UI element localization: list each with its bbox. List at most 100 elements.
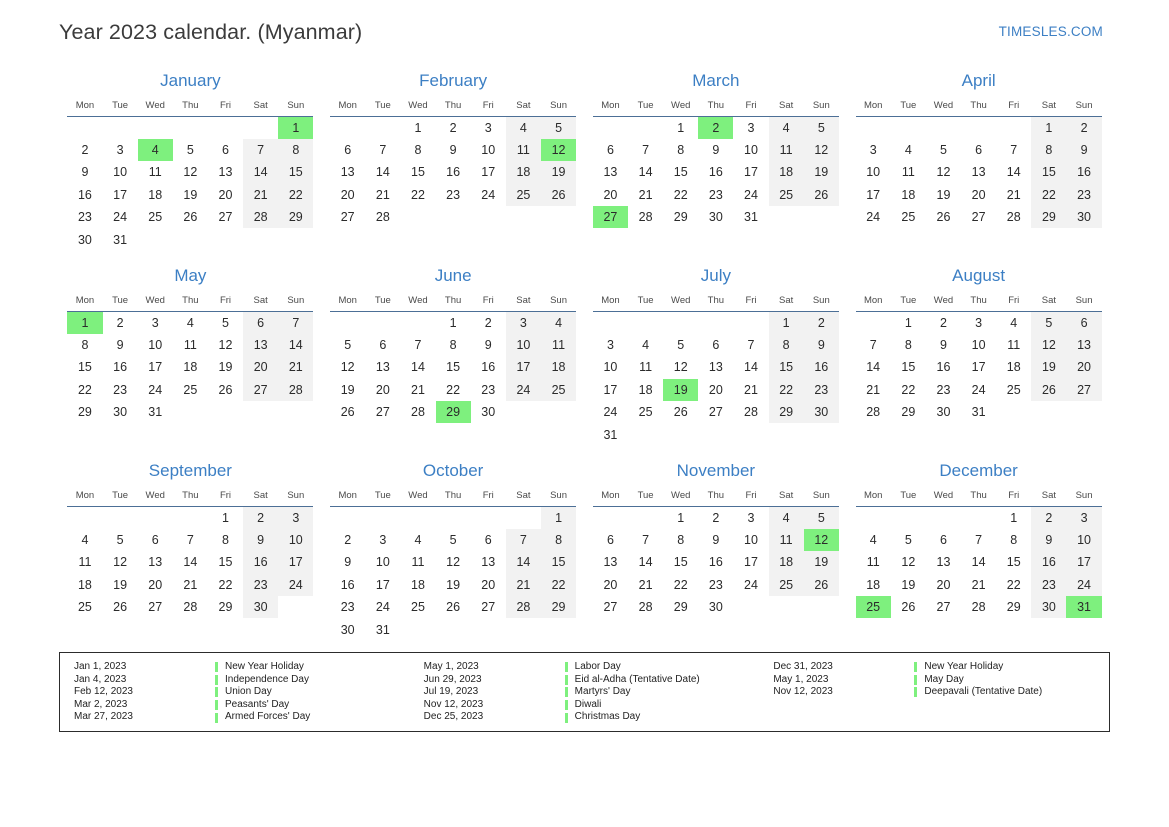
day-cell-weekend[interactable]: 8 — [540, 528, 577, 552]
day-cell-weekend[interactable]: 26 — [540, 183, 577, 207]
day-cell-weekend[interactable]: 28 — [278, 378, 314, 402]
day-cell[interactable]: 20 — [926, 574, 961, 596]
day-cell-weekend[interactable]: 19 — [540, 161, 577, 184]
day-cell-holiday[interactable]: 29 — [435, 401, 471, 424]
day-cell[interactable]: 28 — [961, 596, 996, 618]
day-cell[interactable]: 18 — [138, 184, 173, 206]
day-cell[interactable]: 25 — [400, 596, 435, 618]
day-cell[interactable]: 24 — [961, 379, 996, 401]
day-cell[interactable]: 16 — [103, 356, 138, 378]
day-cell[interactable]: 18 — [628, 379, 663, 401]
day-cell[interactable]: 21 — [856, 379, 891, 401]
day-cell-weekend[interactable]: 2 — [803, 311, 839, 334]
day-cell-weekend[interactable]: 28 — [505, 596, 541, 619]
day-cell-weekend[interactable]: 19 — [803, 551, 839, 574]
day-cell[interactable]: 26 — [926, 206, 961, 228]
day-cell[interactable]: 3 — [365, 529, 400, 551]
day-cell[interactable]: 19 — [436, 574, 471, 596]
day-cell-weekend[interactable]: 25 — [505, 183, 541, 207]
day-cell[interactable]: 24 — [138, 379, 173, 401]
day-cell-weekend[interactable]: 11 — [540, 333, 577, 357]
day-cell[interactable]: 2 — [330, 529, 365, 551]
day-cell[interactable]: 25 — [138, 206, 173, 228]
day-cell-weekend[interactable]: 14 — [243, 161, 279, 184]
day-cell[interactable]: 24 — [733, 574, 768, 596]
day-cell[interactable]: 12 — [436, 551, 471, 573]
day-cell-weekend[interactable]: 4 — [768, 506, 804, 529]
day-cell[interactable]: 7 — [996, 139, 1031, 161]
day-cell[interactable]: 23 — [436, 184, 471, 206]
day-cell[interactable]: 15 — [663, 551, 698, 573]
day-cell[interactable]: 3 — [961, 312, 996, 334]
day-cell-weekend[interactable]: 18 — [768, 551, 804, 574]
day-cell-weekend[interactable]: 26 — [803, 573, 839, 597]
day-cell-weekend[interactable]: 20 — [243, 356, 279, 379]
day-cell[interactable]: 15 — [436, 356, 471, 378]
day-cell[interactable]: 9 — [103, 334, 138, 356]
day-cell-weekend[interactable]: 12 — [803, 138, 839, 162]
day-cell[interactable]: 14 — [628, 161, 663, 183]
day-cell-weekend[interactable]: 22 — [768, 378, 804, 402]
day-cell[interactable]: 24 — [103, 206, 138, 228]
day-cell[interactable]: 4 — [400, 529, 435, 551]
day-cell-weekend[interactable]: 10 — [505, 333, 541, 357]
day-cell[interactable]: 20 — [330, 184, 365, 206]
day-cell[interactable]: 31 — [103, 228, 138, 250]
day-cell-weekend[interactable]: 30 — [803, 401, 839, 424]
day-cell[interactable]: 17 — [856, 184, 891, 206]
day-cell[interactable]: 23 — [471, 379, 506, 401]
day-cell[interactable]: 16 — [67, 184, 102, 206]
day-cell[interactable]: 21 — [961, 574, 996, 596]
day-cell[interactable]: 22 — [663, 184, 698, 206]
day-cell[interactable]: 14 — [365, 161, 400, 183]
day-cell-weekend[interactable]: 29 — [1031, 206, 1067, 229]
day-cell[interactable]: 17 — [733, 551, 768, 573]
day-cell-weekend[interactable]: 19 — [1031, 356, 1067, 379]
day-cell-weekend[interactable]: 7 — [278, 311, 314, 334]
day-cell[interactable]: 23 — [330, 596, 365, 618]
day-cell[interactable]: 20 — [208, 184, 243, 206]
day-cell[interactable]: 14 — [996, 161, 1031, 183]
day-cell-weekend[interactable]: 30 — [243, 596, 279, 619]
day-cell[interactable]: 13 — [365, 356, 400, 378]
day-cell[interactable]: 16 — [471, 356, 506, 378]
day-cell-weekend[interactable]: 25 — [768, 183, 804, 207]
day-cell[interactable]: 4 — [173, 312, 208, 334]
day-cell-weekend[interactable]: 9 — [803, 333, 839, 357]
day-cell[interactable]: 15 — [400, 161, 435, 183]
day-cell[interactable]: 26 — [436, 596, 471, 618]
day-cell-holiday[interactable]: 2 — [698, 116, 734, 139]
day-cell[interactable]: 6 — [961, 139, 996, 161]
day-cell-holiday[interactable]: 31 — [1066, 596, 1102, 619]
day-cell[interactable]: 17 — [733, 161, 768, 183]
day-cell[interactable]: 5 — [891, 529, 926, 551]
day-cell-weekend[interactable]: 20 — [1066, 356, 1102, 379]
day-cell[interactable]: 13 — [471, 551, 506, 573]
day-cell[interactable]: 4 — [996, 312, 1031, 334]
day-cell[interactable]: 22 — [996, 574, 1031, 596]
day-cell-weekend[interactable]: 26 — [803, 183, 839, 207]
day-cell-weekend[interactable]: 8 — [768, 333, 804, 357]
day-cell[interactable]: 22 — [663, 574, 698, 596]
day-cell-weekend[interactable]: 28 — [243, 206, 279, 229]
day-cell[interactable]: 8 — [891, 334, 926, 356]
day-cell[interactable]: 15 — [67, 356, 102, 378]
day-cell[interactable]: 18 — [891, 184, 926, 206]
day-cell[interactable]: 19 — [926, 184, 961, 206]
day-cell[interactable]: 8 — [996, 529, 1031, 551]
day-cell[interactable]: 10 — [103, 161, 138, 183]
day-cell[interactable]: 30 — [926, 401, 961, 423]
day-cell-weekend[interactable]: 24 — [505, 378, 541, 402]
day-cell[interactable]: 9 — [698, 529, 733, 551]
day-cell[interactable]: 10 — [961, 334, 996, 356]
day-cell[interactable]: 12 — [208, 334, 243, 356]
day-cell[interactable]: 4 — [856, 529, 891, 551]
day-cell[interactable]: 12 — [663, 356, 698, 378]
day-cell[interactable]: 21 — [996, 184, 1031, 206]
day-cell-weekend[interactable]: 29 — [768, 401, 804, 424]
day-cell[interactable]: 2 — [67, 139, 102, 161]
day-cell-weekend[interactable]: 8 — [278, 138, 314, 162]
day-cell[interactable]: 4 — [67, 529, 102, 551]
day-cell[interactable]: 3 — [733, 117, 768, 139]
day-cell-holiday[interactable]: 12 — [803, 528, 839, 552]
